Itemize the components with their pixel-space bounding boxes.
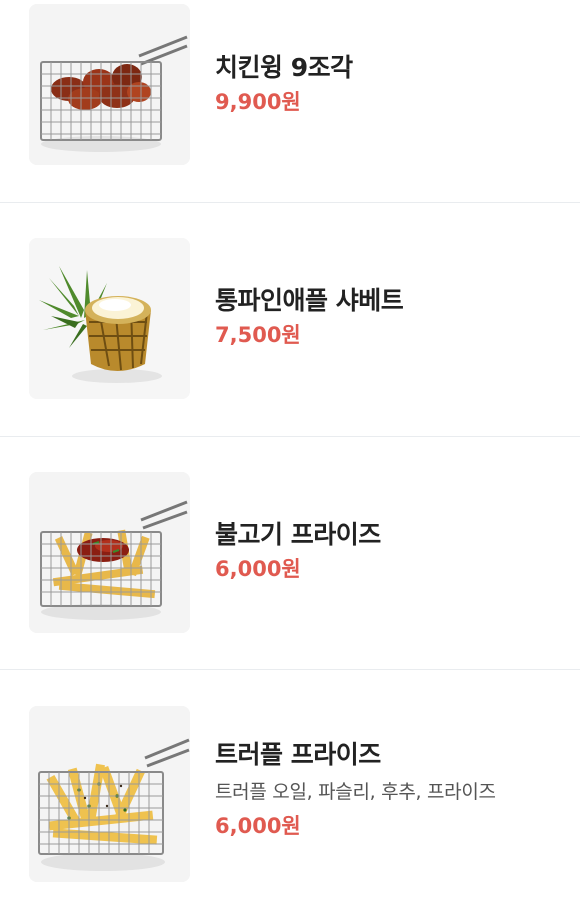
item-name: 트러플 프라이즈 <box>215 740 381 769</box>
item-name: 불고기 프라이즈 <box>215 520 381 549</box>
item-info: 통파인애플 샤베트 7,500원 <box>215 284 560 349</box>
truffle-fries-photo <box>29 706 190 882</box>
menu-item-pineapple-sherbet[interactable]: 통파인애플 샤베트 7,500원 <box>0 203 580 436</box>
item-price: 9,900원 <box>215 90 301 114</box>
item-description: 트러플 오일, 파슬리, 후추, 프라이즈 <box>215 781 496 803</box>
item-price: 7,500원 <box>215 323 301 347</box>
menu-item-bulgogi-fries[interactable]: 불고기 프라이즈 6,000원 <box>0 437 580 669</box>
bulgogi-fries-photo <box>29 472 190 633</box>
pineapple-sherbet-photo <box>29 238 190 399</box>
item-price: 6,000원 <box>215 814 301 838</box>
item-info: 치킨윙 9조각 9,900원 <box>215 51 560 116</box>
chicken-wings-photo <box>29 4 190 165</box>
menu-item-truffle-fries[interactable]: 트러플 프라이즈 트러플 오일, 파슬리, 후추, 프라이즈 6,000원 <box>0 670 580 900</box>
menu-item-chicken-wings[interactable]: 치킨윙 9조각 9,900원 <box>0 0 580 202</box>
menu-list: 치킨윙 9조각 9,900원 통파인애플 샤베트 7,500원 불고기 프라이즈… <box>0 0 580 900</box>
item-info: 불고기 프라이즈 6,000원 <box>215 518 560 583</box>
item-name: 치킨윙 9조각 <box>215 53 353 82</box>
item-info: 트러플 프라이즈 트러플 오일, 파슬리, 후추, 프라이즈 6,000원 <box>215 738 560 840</box>
item-name: 통파인애플 샤베트 <box>215 286 404 315</box>
item-price: 6,000원 <box>215 557 301 581</box>
